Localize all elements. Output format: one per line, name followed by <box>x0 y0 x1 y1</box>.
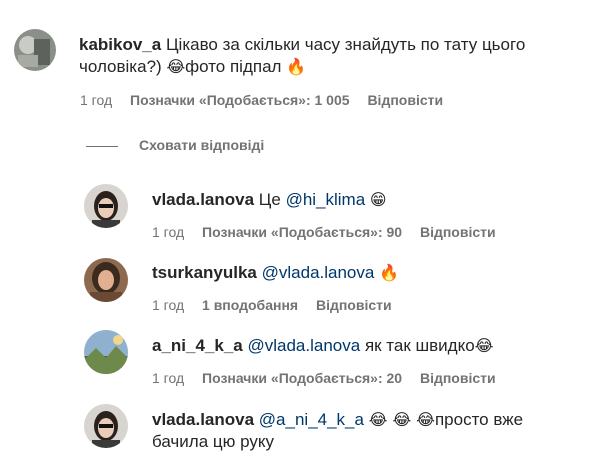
reply-text: vlada.lanova Це @hi_klima 😁 <box>152 189 387 211</box>
avatar[interactable] <box>84 330 128 374</box>
avatar[interactable] <box>84 404 128 448</box>
reply-time[interactable]: 1 год <box>152 297 184 313</box>
fire-emoji-icon: 🔥 <box>286 57 307 76</box>
mention-link[interactable]: @vlada.lanova <box>262 263 375 282</box>
avatar[interactable] <box>84 184 128 228</box>
reply-meta: 1 год Позначки «Подобається»: 20 Відпові… <box>152 370 510 386</box>
reply-time[interactable]: 1 год <box>152 370 184 386</box>
reply-username[interactable]: vlada.lanova <box>152 190 254 209</box>
reply-body: Це <box>258 190 281 209</box>
reply-button[interactable]: Відповісти <box>367 92 443 108</box>
reply-meta: 1 год 1 вподобання Відповісти <box>152 297 406 313</box>
comment-body-line1: Цікаво за скільки часу знайдуть по тату … <box>165 35 526 54</box>
hide-replies-button[interactable]: Сховати відповіді <box>139 137 264 153</box>
reply-button[interactable]: Відповісти <box>420 224 496 240</box>
grin-emoji-icon: 😁 <box>369 190 387 209</box>
reply-time[interactable]: 1 год <box>152 224 184 240</box>
reply-likes[interactable]: Позначки «Подобається»: 20 <box>202 370 402 386</box>
reply-username[interactable]: tsurkanyulka <box>152 263 257 282</box>
avatar[interactable] <box>84 258 128 302</box>
reply-username[interactable]: vlada.lanova <box>152 410 254 429</box>
mention-link[interactable]: @vlada.lanova <box>247 336 360 355</box>
comment-username[interactable]: kabikov_a <box>79 35 161 54</box>
laughing-emoji-icon: 😂 <box>166 57 186 76</box>
reply-likes[interactable]: Позначки «Подобається»: 90 <box>202 224 402 240</box>
reply-button[interactable]: Відповісти <box>420 370 496 386</box>
comment-body-line2b: фото підпал <box>185 57 282 76</box>
mention-link[interactable]: @hi_klima <box>286 190 366 209</box>
reply-body: як так швидко <box>364 336 475 355</box>
reply-text: tsurkanyulka @vlada.lanova 🔥 <box>152 262 399 284</box>
avatar[interactable] <box>14 29 56 71</box>
reply-button[interactable]: Відповісти <box>316 297 392 313</box>
laughing-emoji-icon: 😂 <box>474 336 494 355</box>
mention-link[interactable]: @a_ni_4_k_a <box>259 410 364 429</box>
comment-body-line2a: чоловіка?) <box>79 57 162 76</box>
comment-likes[interactable]: Позначки «Подобається»: 1 005 <box>130 92 350 108</box>
comment-time[interactable]: 1 год <box>80 92 112 108</box>
comment-text: kabikov_a Цікаво за скільки часу знайдут… <box>79 34 579 78</box>
reply-username[interactable]: a_ni_4_k_a <box>152 336 243 355</box>
reply-meta: 1 год Позначки «Подобається»: 90 Відпові… <box>152 224 510 240</box>
reply-likes[interactable]: 1 вподобання <box>202 297 298 313</box>
reply-body: просто вже <box>434 410 524 429</box>
fire-emoji-icon: 🔥 <box>379 263 399 282</box>
reply-text: a_ni_4_k_a @vlada.lanova як так швидко😂 <box>152 335 493 357</box>
reply-text: vlada.lanova @a_ni_4_k_a 😂 😂 😂просто вже… <box>152 409 592 453</box>
laughing-emoji-icon: 😂 😂 😂 <box>368 410 435 429</box>
comment-meta: 1 год Позначки «Подобається»: 1 005 Відп… <box>80 92 457 108</box>
reply-body-line2: бачила цю руку <box>152 432 274 451</box>
hide-replies-divider <box>86 146 118 147</box>
